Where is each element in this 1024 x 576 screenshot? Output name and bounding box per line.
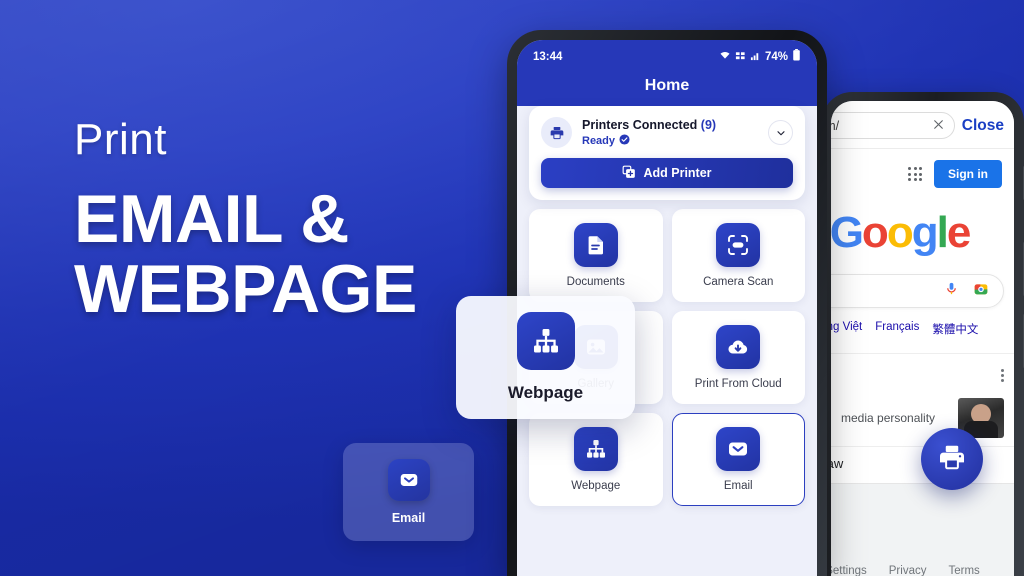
printer-icon <box>937 442 967 477</box>
printer-status-card: Printers Connected (9) Ready Add Printer <box>529 106 805 200</box>
tile-label: Documents <box>566 276 625 288</box>
logo-letter: o <box>861 208 889 257</box>
status-indicators: 74% <box>719 49 801 64</box>
result-description-row: media personality <box>841 398 1004 438</box>
logo-letter: e <box>946 208 972 257</box>
browser-screen: com/ Close Sign in Google <box>831 101 1014 576</box>
printers-connected-label: Printers Connected <box>582 117 698 132</box>
logo-letter: G <box>831 208 864 257</box>
sitemap-icon <box>516 312 575 370</box>
printer-icon <box>541 117 572 148</box>
tile-label: Webpage <box>571 480 621 492</box>
microphone-icon[interactable] <box>944 281 959 301</box>
tile-print-from-cloud[interactable]: Print From Cloud <box>671 311 805 404</box>
more-vertical-icon[interactable] <box>1001 364 1004 382</box>
headline-line-2: WEBPAGE <box>74 251 417 328</box>
add-printer-button[interactable]: Add Printer <box>541 158 793 188</box>
printer-status-line: Ready <box>582 133 758 148</box>
floating-webpage-card[interactable]: Webpage <box>456 296 635 419</box>
envelope-icon <box>716 427 761 471</box>
tile-label: Camera Scan <box>703 276 774 288</box>
signal-icon <box>750 50 761 64</box>
google-lens-icon[interactable] <box>973 281 989 302</box>
tile-email[interactable]: Email <box>671 413 805 506</box>
status-bar: 13:44 74% <box>517 40 817 64</box>
footer-link-privacy[interactable]: Privacy <box>889 565 927 576</box>
close-button[interactable]: Close <box>962 117 1004 135</box>
main-headline: EMAIL & WEBPAGE <box>74 184 417 324</box>
search-result-item: es media personality <box>831 353 1014 438</box>
page-title: Home <box>644 77 690 94</box>
floating-webpage-label: Webpage <box>507 383 584 402</box>
pre-headline: Print <box>74 115 167 164</box>
result-description: media personality <box>841 411 936 425</box>
document-icon <box>573 223 618 267</box>
promo-banner: Print EMAIL & WEBPAGE Email com/ <box>0 0 1024 576</box>
browser-phone: com/ Close Sign in Google <box>822 92 1024 576</box>
language-link[interactable]: Français <box>875 321 919 337</box>
logo-letter: o <box>886 208 914 257</box>
cloud-download-icon <box>716 325 761 369</box>
printer-text-group: Printers Connected (9) Ready <box>582 118 758 148</box>
headline-line-1: EMAIL & <box>74 181 349 257</box>
camera-scan-icon <box>716 223 761 267</box>
logo-letter: g <box>911 208 939 257</box>
footer-link-settings[interactable]: Settings <box>831 565 867 576</box>
browser-url-bar: com/ Close <box>831 101 1014 149</box>
browser-gray-zone <box>831 483 1014 555</box>
google-logo: Google <box>831 208 1014 258</box>
verified-check-icon <box>619 133 630 148</box>
print-fab-button[interactable] <box>921 428 983 490</box>
language-links: ng Việt Français 繁體中文 <box>831 321 1014 337</box>
url-text: com/ <box>831 118 840 133</box>
battery-icon <box>792 49 801 64</box>
apps-grid-icon[interactable] <box>908 167 922 181</box>
logo-letter: l <box>936 208 949 257</box>
tile-camera-scan[interactable]: Camera Scan <box>671 209 805 302</box>
add-printer-label: Add Printer <box>643 166 712 180</box>
sign-in-button[interactable]: Sign in <box>934 160 1002 188</box>
battery-percent: 74% <box>764 50 788 63</box>
browser-top-row: Sign in <box>831 149 1014 188</box>
envelope-icon <box>387 459 430 501</box>
mobile-data-icon <box>735 50 746 64</box>
language-link[interactable]: ng Việt <box>831 321 862 337</box>
chevron-down-icon[interactable] <box>768 120 793 145</box>
printer-status-row: Printers Connected (9) Ready <box>541 117 793 148</box>
language-link[interactable]: 繁體中文 <box>932 321 978 337</box>
google-search-box[interactable] <box>831 274 1004 308</box>
headline-block: Print EMAIL & WEBPAGE <box>74 115 417 325</box>
result-header: es <box>841 364 1004 384</box>
browser-footer: Settings Privacy Terms <box>831 555 1014 576</box>
printers-count: (9) <box>700 117 717 132</box>
url-input[interactable]: com/ <box>831 112 955 139</box>
printer-title-line: Printers Connected (9) <box>582 118 758 132</box>
tile-label: Email <box>723 480 753 492</box>
add-printer-icon <box>622 165 636 182</box>
printer-status-text: Ready <box>582 134 616 147</box>
tile-webpage[interactable]: Webpage <box>529 413 663 506</box>
tile-label: Print From Cloud <box>694 378 782 390</box>
close-x-icon[interactable] <box>932 118 945 134</box>
sitemap-icon <box>573 427 618 471</box>
tile-documents[interactable]: Documents <box>529 209 663 302</box>
floating-email-label: Email <box>391 511 426 525</box>
wifi-icon <box>719 49 731 64</box>
footer-link-terms[interactable]: Terms <box>948 565 979 576</box>
status-time: 13:44 <box>533 50 563 63</box>
floating-email-chip[interactable]: Email <box>343 443 474 541</box>
